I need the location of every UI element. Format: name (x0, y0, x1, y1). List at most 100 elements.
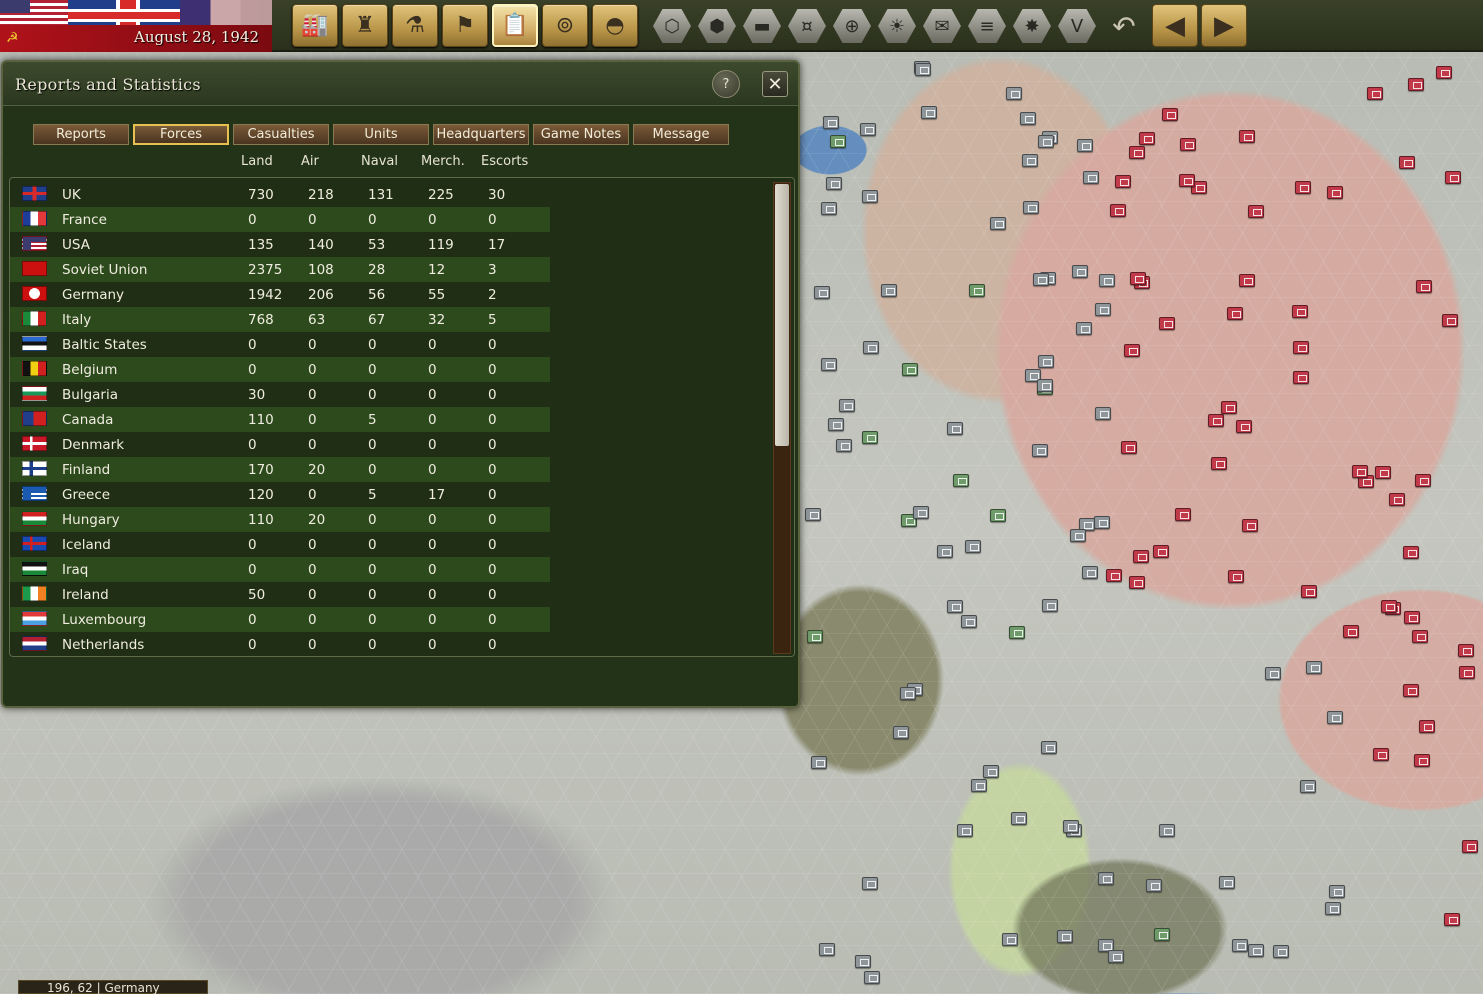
map-unit-counter[interactable] (1219, 875, 1236, 889)
map-unit-counter[interactable] (983, 765, 1000, 779)
table-row[interactable]: Luxembourg 0 0 0 0 0 (10, 607, 550, 632)
map-unit-counter[interactable] (1132, 549, 1149, 563)
table-row[interactable]: Soviet Union 2375 108 28 12 3 (10, 257, 550, 282)
map-unit-counter[interactable] (1120, 441, 1137, 455)
reports-button[interactable]: 📋 (492, 4, 538, 47)
map-unit-counter[interactable] (970, 778, 987, 792)
map-unit-counter[interactable] (859, 122, 876, 136)
objectives-button[interactable]: ⊕ (832, 6, 872, 46)
map-unit-counter[interactable] (1403, 545, 1419, 559)
close-button[interactable]: ✕ (762, 71, 788, 97)
map-unit-counter[interactable] (1461, 840, 1478, 854)
table-row[interactable]: Italy 768 63 67 32 5 (10, 307, 550, 332)
map-unit-counter[interactable] (1023, 201, 1040, 215)
map-unit-counter[interactable] (881, 284, 898, 298)
decisions-button[interactable]: ⚑ (442, 4, 488, 47)
map-unit-counter[interactable] (902, 362, 919, 376)
map-unit-counter[interactable] (1179, 173, 1196, 187)
map-unit-counter[interactable] (828, 417, 845, 431)
table-row[interactable]: France 0 0 0 0 0 (10, 207, 550, 232)
map-unit-counter[interactable] (1403, 683, 1420, 697)
map-unit-counter[interactable] (1180, 138, 1197, 152)
table-row[interactable]: Belgium 0 0 0 0 0 (10, 357, 550, 382)
map-unit-counter[interactable] (1372, 747, 1389, 761)
map-unit-counter[interactable] (1123, 344, 1140, 358)
map-unit-counter[interactable] (1211, 456, 1228, 470)
map-unit-counter[interactable] (968, 284, 985, 298)
map-unit-counter[interactable] (1248, 205, 1265, 219)
map-unit-counter[interactable] (1139, 132, 1156, 146)
map-unit-counter[interactable] (1083, 170, 1100, 184)
research-button[interactable]: ⚗ (392, 4, 438, 47)
map-unit-counter[interactable] (1416, 279, 1433, 293)
units-button[interactable]: ◓ (592, 4, 638, 47)
map-unit-counter[interactable] (1094, 302, 1111, 316)
supply-button[interactable]: ⬢ (697, 6, 737, 46)
map-unit-counter[interactable] (1174, 508, 1191, 522)
map-unit-counter[interactable] (960, 614, 977, 628)
map-unit-counter[interactable] (1418, 719, 1435, 733)
rail-button[interactable]: ≡ (967, 6, 1007, 46)
map-unit-counter[interactable] (912, 506, 929, 519)
map-unit-counter[interactable] (1305, 660, 1322, 674)
map-unit-counter[interactable] (821, 202, 838, 216)
map-unit-counter[interactable] (1037, 355, 1054, 369)
map-unit-counter[interactable] (965, 540, 982, 554)
map-unit-counter[interactable] (1238, 130, 1255, 144)
map-unit-counter[interactable] (1291, 305, 1308, 319)
map-unit-counter[interactable] (1292, 370, 1309, 384)
map-unit-counter[interactable] (989, 509, 1006, 523)
map-unit-counter[interactable] (1145, 879, 1162, 893)
tab-forces[interactable]: Forces (133, 124, 229, 145)
combat-button[interactable]: ✸ (1012, 6, 1052, 46)
map-unit-counter[interactable] (829, 135, 846, 149)
intelligence-button[interactable]: ⊚ (542, 4, 588, 47)
map-unit-counter[interactable] (1231, 938, 1248, 952)
map-unit-counter[interactable] (1238, 274, 1255, 288)
map-unit-counter[interactable] (1207, 413, 1224, 427)
map-unit-counter[interactable] (1021, 153, 1038, 167)
map-unit-counter[interactable] (1019, 112, 1036, 126)
map-unit-counter[interactable] (1328, 884, 1345, 898)
map-unit-counter[interactable] (1227, 570, 1244, 584)
map-unit-counter[interactable] (1300, 584, 1317, 598)
map-unit-counter[interactable] (1366, 86, 1383, 100)
table-row[interactable]: Germany 1942 206 56 55 2 (10, 282, 550, 307)
map-unit-counter[interactable] (862, 190, 879, 204)
table-row[interactable]: Baltic States 0 0 0 0 0 (10, 332, 550, 357)
table-row[interactable]: USA 135 140 53 119 17 (10, 232, 550, 257)
map-unit-counter[interactable] (1247, 943, 1264, 957)
map-unit-counter[interactable] (836, 439, 853, 453)
map-unit-counter[interactable] (1037, 379, 1054, 393)
map-unit-counter[interactable] (1072, 265, 1089, 279)
map-unit-counter[interactable] (1436, 66, 1453, 80)
map-unit-counter[interactable] (807, 630, 824, 644)
weather-button[interactable]: ☀ (877, 6, 917, 46)
map-unit-counter[interactable] (1241, 518, 1258, 532)
map-unit-counter[interactable] (1129, 145, 1146, 159)
table-row[interactable]: UK 730 218 131 225 30 (10, 182, 550, 207)
table-row[interactable]: Denmark 0 0 0 0 0 (10, 432, 550, 457)
map-unit-counter[interactable] (956, 824, 973, 838)
map-unit-counter[interactable] (1106, 569, 1123, 583)
map-unit-counter[interactable] (1399, 156, 1416, 170)
map-unit-counter[interactable] (937, 545, 954, 559)
tab-reports[interactable]: Reports (33, 124, 129, 145)
map-unit-counter[interactable] (1153, 545, 1169, 558)
production-button[interactable]: 🏭 (292, 4, 338, 47)
map-unit-counter[interactable] (1408, 77, 1424, 91)
map-unit-counter[interactable] (1226, 306, 1243, 320)
map-unit-counter[interactable] (1159, 824, 1176, 838)
table-row[interactable]: Iceland 0 0 0 0 0 (10, 532, 550, 557)
map-unit-counter[interactable] (861, 877, 878, 891)
map-unit-counter[interactable] (1153, 927, 1170, 941)
map-unit-counter[interactable] (823, 115, 840, 129)
map-unit-counter[interactable] (1094, 516, 1111, 530)
next-turn-button[interactable]: ▶ (1201, 4, 1247, 47)
tab-casualties[interactable]: Casualties (233, 124, 329, 145)
table-row[interactable]: Finland 170 20 0 0 0 (10, 457, 550, 482)
map-unit-counter[interactable] (1295, 181, 1312, 195)
map-unit-counter[interactable] (1110, 204, 1127, 218)
map-unit-counter[interactable] (1324, 901, 1341, 915)
map-unit-counter[interactable] (1235, 420, 1252, 434)
